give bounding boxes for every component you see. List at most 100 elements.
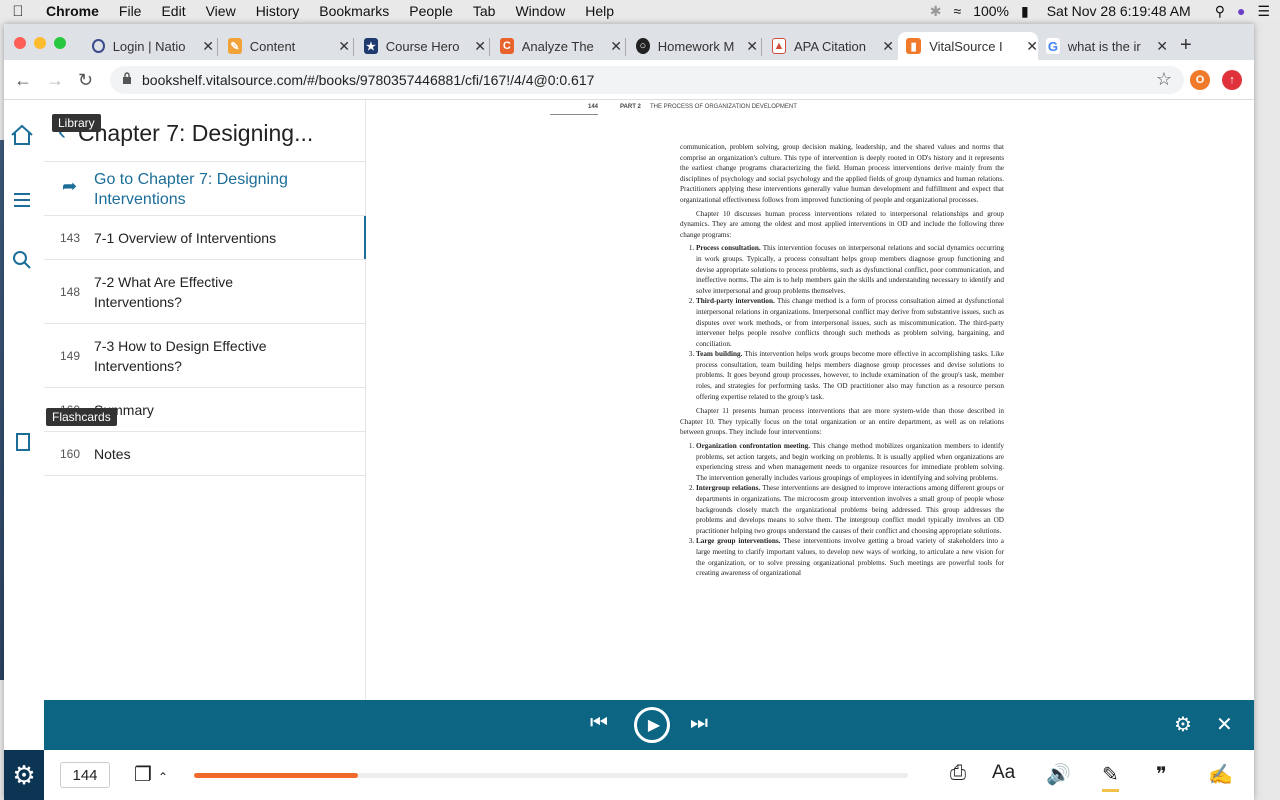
tab-close-icon[interactable]: ✕: [202, 38, 214, 55]
menu-window[interactable]: Window: [505, 3, 575, 19]
list-item: Team building. This intervention helps w…: [696, 349, 1004, 402]
tab-vitalsource[interactable]: ▮ VitalSource I ✕: [898, 32, 1038, 60]
tab-close-icon[interactable]: ✕: [610, 38, 622, 55]
menu-bookmarks[interactable]: Bookmarks: [309, 3, 399, 19]
highlighter-icon[interactable]: ✎: [1102, 762, 1119, 792]
close-window-button[interactable]: [14, 37, 26, 49]
menu-tab[interactable]: Tab: [463, 3, 506, 19]
notes-icon[interactable]: ✍: [1208, 762, 1233, 787]
quote-icon[interactable]: ❞: [1156, 762, 1167, 787]
zoom-window-button[interactable]: [54, 37, 66, 49]
menu-edit[interactable]: Edit: [151, 3, 195, 19]
bookmark-icon[interactable]: ❐ ⌃: [134, 762, 168, 787]
minimize-window-button[interactable]: [34, 37, 46, 49]
menu-app-name[interactable]: Chrome: [36, 3, 109, 19]
tab-close-icon[interactable]: ✕: [1026, 38, 1038, 55]
globe-icon: [92, 39, 105, 53]
extension-red-icon[interactable]: ↑: [1222, 70, 1242, 90]
menu-help[interactable]: Help: [575, 3, 624, 19]
new-tab-button[interactable]: +: [1180, 34, 1192, 57]
flashcards-icon[interactable]: [14, 432, 34, 452]
tab-apa-citation[interactable]: ▲ APA Citation ✕: [764, 32, 894, 60]
url-text[interactable]: bookshelf.vitalsource.com/#/books/978035…: [142, 72, 594, 88]
vitalsource-icon: ▮: [906, 38, 922, 54]
list-item: Process consultation. This intervention …: [696, 243, 1004, 296]
book-part-title: THE PROCESS OF ORGANIZATION DEVELOPMENT: [650, 104, 797, 110]
tab-title: Course Hero: [385, 38, 460, 54]
book-page-header: 144 PART 2 THE PROCESS OF ORGANIZATION D…: [550, 104, 1010, 124]
toc-item[interactable]: 160 Notes: [44, 432, 366, 476]
apple-icon[interactable]: : [0, 3, 36, 20]
toc-item[interactable]: 148 7-2 What Are Effective Interventions…: [44, 260, 366, 324]
print-icon[interactable]: ⎙: [950, 762, 966, 785]
home-icon[interactable]: [10, 124, 34, 146]
tab-close-icon[interactable]: ✕: [882, 38, 894, 55]
chevron-up-icon[interactable]: ⌃: [158, 770, 168, 784]
reading-progress-bar[interactable]: [194, 773, 908, 778]
toc-chapter-title[interactable]: Chapter 7: Designing...: [78, 120, 313, 147]
toc-item-page: 148: [60, 285, 81, 299]
player-settings-icon[interactable]: ⚙: [1174, 712, 1192, 737]
text-size-icon[interactable]: Aa: [992, 762, 1015, 784]
notification-center-icon[interactable]: ☰: [1257, 3, 1270, 20]
page-number-input[interactable]: 144: [60, 762, 110, 788]
read-aloud-icon[interactable]: 🔊: [1046, 762, 1071, 787]
play-button[interactable]: ▶: [634, 707, 670, 743]
toc-item-label: 7-2 What Are Effective Interventions?: [94, 274, 234, 310]
settings-gear-icon[interactable]: ⚙: [4, 750, 44, 800]
tab-login[interactable]: Login | Natio ✕: [84, 32, 214, 60]
library-tooltip: Library: [52, 114, 101, 132]
paragraph: Chapter 10 discusses human process inter…: [680, 209, 1004, 239]
go-to-chapter-link[interactable]: ➦ Go to Chapter 7: Designing Interventio…: [44, 162, 366, 216]
tab-close-icon[interactable]: ✕: [746, 38, 758, 55]
intervention-list: Process consultation. This intervention …: [696, 243, 1004, 402]
forward-button[interactable]: →: [46, 70, 64, 91]
player-close-icon[interactable]: ✕: [1216, 712, 1233, 737]
reload-button[interactable]: ↻: [78, 70, 93, 91]
vitalsource-reader-page: ‹ Chapter 7: Designing... ➦ Go to Chapte…: [4, 100, 1254, 800]
skip-forward-icon[interactable]: ⏭: [690, 712, 708, 735]
clock[interactable]: Sat Nov 28 6:19:48 AM: [1047, 3, 1191, 19]
tab-title: what is the ir: [1067, 38, 1141, 54]
tab-close-icon[interactable]: ✕: [474, 38, 486, 55]
wifi-icon[interactable]: ≈: [954, 3, 962, 19]
toc-item-label: 7-3 How to Design Effective Intervention…: [94, 338, 267, 374]
skip-back-icon[interactable]: ⏮: [590, 712, 608, 735]
tab-homework[interactable]: ○ Homework M ✕: [628, 32, 758, 60]
book-page-text: communication, problem solving, group de…: [680, 142, 1004, 583]
browser-toolbar: ← → ↻ bookshelf.vitalsource.com/#/books/…: [4, 60, 1254, 100]
bluetooth-icon[interactable]: ✱: [930, 3, 942, 20]
tab-course-hero[interactable]: ★ Course Hero ✕: [356, 32, 486, 60]
menu-file[interactable]: File: [109, 3, 152, 19]
audio-player-bar: ⏮ ▶ ⏭ ⚙ ✕: [44, 700, 1254, 750]
toc-item[interactable]: 143 7-1 Overview of Interventions: [44, 216, 367, 260]
bookmark-star-icon[interactable]: ☆: [1156, 69, 1172, 90]
list-item: Intergroup relations. These intervention…: [696, 483, 1004, 536]
battery-percent[interactable]: 100%: [973, 3, 1009, 19]
tab-google-search[interactable]: G what is the ir ✕: [1038, 32, 1168, 60]
tab-title: Analyze The: [521, 38, 594, 54]
go-to-chapter-label: Go to Chapter 7: Designing Interventions: [94, 171, 288, 208]
toc-item-label: Notes: [94, 446, 131, 462]
tab-title: Content: [249, 38, 296, 54]
tab-close-icon[interactable]: ✕: [1156, 38, 1168, 55]
siri-icon[interactable]: ●: [1237, 3, 1245, 19]
toc-item-page: 149: [60, 349, 81, 363]
spotlight-icon[interactable]: ⚲: [1215, 3, 1225, 20]
toc-icon[interactable]: [12, 190, 32, 210]
menu-people[interactable]: People: [399, 3, 463, 19]
toc-item[interactable]: 149 7-3 How to Design Effective Interven…: [44, 324, 366, 388]
tab-content[interactable]: ✎ Content ✕: [220, 32, 350, 60]
share-arrow-icon: ➦: [62, 176, 78, 196]
battery-icon[interactable]: ▮: [1021, 3, 1029, 20]
macos-menu-bar:  Chrome File Edit View History Bookmark…: [0, 0, 1280, 22]
tab-analyze[interactable]: C Analyze The ✕: [492, 32, 622, 60]
browser-window: Login | Natio ✕ ✎ Content ✕ ★ Course Her…: [4, 24, 1254, 800]
search-icon[interactable]: [12, 250, 32, 270]
address-bar[interactable]: bookshelf.vitalsource.com/#/books/978035…: [110, 66, 1184, 94]
back-button[interactable]: ←: [14, 70, 32, 91]
extension-o-icon[interactable]: O: [1190, 70, 1210, 90]
menu-view[interactable]: View: [196, 3, 246, 19]
menu-history[interactable]: History: [246, 3, 310, 19]
tab-close-icon[interactable]: ✕: [338, 38, 350, 55]
